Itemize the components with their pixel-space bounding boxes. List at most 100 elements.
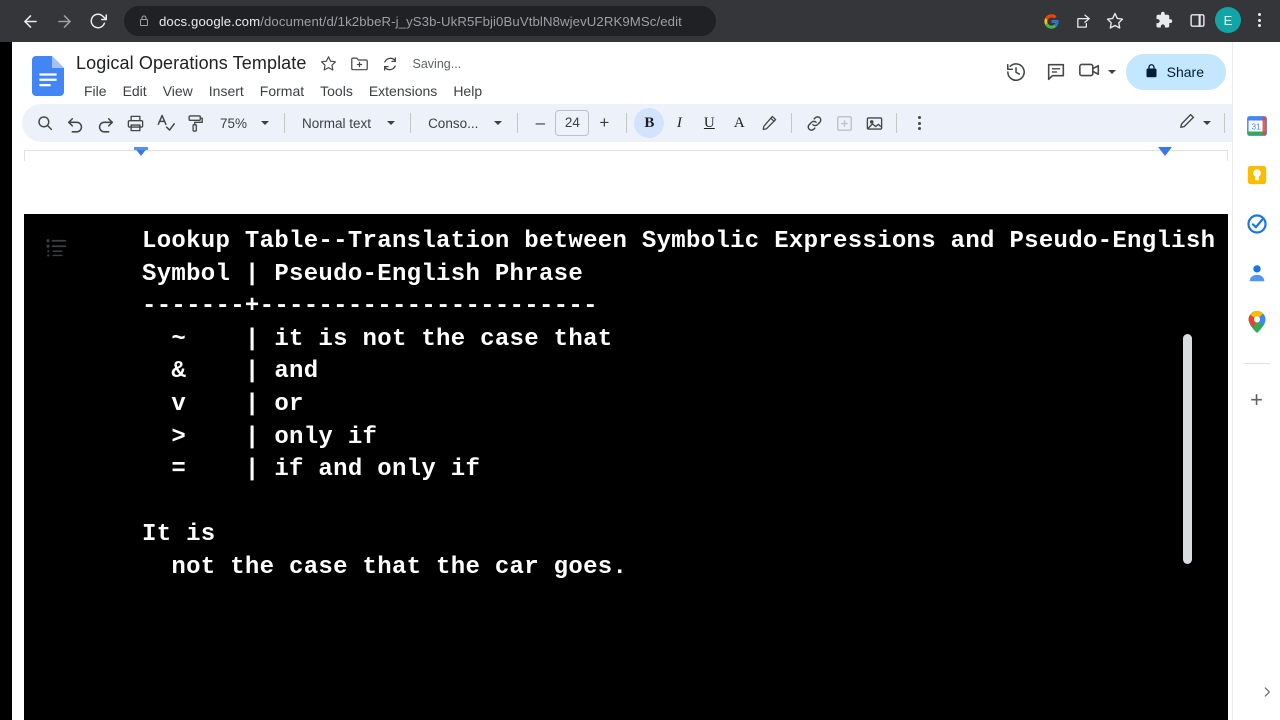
- document-page[interactable]: Lookup Table--Translation between Symbol…: [24, 214, 1228, 720]
- toolbar-divider: [410, 113, 412, 133]
- search-icon[interactable]: [30, 108, 60, 138]
- star-outline-icon[interactable]: [320, 55, 337, 72]
- share-button-label: Share: [1166, 64, 1204, 80]
- menu-view[interactable]: View: [155, 80, 201, 102]
- doc-line-7: = | if and only if: [142, 456, 481, 484]
- editing-mode-pencil-icon: [1178, 112, 1196, 135]
- lock-icon: [138, 14, 150, 28]
- document-status-icon[interactable]: [382, 56, 398, 72]
- paragraph-style-value: Normal text: [302, 115, 372, 131]
- paragraph-style-selector[interactable]: Normal text: [292, 109, 403, 137]
- highlight-pen-icon[interactable]: [754, 108, 784, 138]
- google-docs-icon[interactable]: [32, 56, 64, 96]
- print-icon[interactable]: [120, 108, 150, 138]
- spellcheck-icon[interactable]: [150, 108, 180, 138]
- more-options-icon[interactable]: [904, 108, 934, 138]
- docs-toolbar: 75% Normal text Conso... – 24 + B I U A: [22, 104, 1270, 142]
- zoom-selector[interactable]: 75%: [210, 109, 277, 137]
- google-tasks-icon[interactable]: [1245, 212, 1269, 236]
- url-path: /document/d/1k2bbeR-j_yS3b-UkR5Fbji0BuVt…: [260, 13, 682, 29]
- google-contacts-icon[interactable]: [1245, 261, 1269, 285]
- svg-text:31: 31: [1251, 123, 1261, 132]
- add-comment-icon[interactable]: [829, 108, 859, 138]
- redo-icon[interactable]: [90, 108, 120, 138]
- insert-image-icon[interactable]: [859, 108, 889, 138]
- editing-mode-button[interactable]: [1178, 112, 1211, 135]
- url-text: docs.google.com/document/d/1k2bbeR-j_yS3…: [159, 14, 682, 29]
- right-indent-marker[interactable]: [1158, 147, 1172, 156]
- doc-line-5: v | or: [142, 390, 304, 418]
- doc-line-4: & | and: [142, 358, 319, 386]
- toolbar-divider: [896, 113, 898, 133]
- google-side-panel: 31 +: [1232, 42, 1280, 720]
- toolbar-divider: [517, 113, 519, 133]
- menu-extensions[interactable]: Extensions: [361, 80, 445, 102]
- browser-actions: E: [1149, 5, 1274, 35]
- document-scrollbar[interactable]: [1183, 334, 1192, 564]
- header-actions: Share E: [998, 54, 1270, 90]
- doc-line-2: -------+-----------------------: [142, 293, 598, 321]
- puzzle-icon[interactable]: [1149, 5, 1179, 35]
- document-outline-icon[interactable]: [46, 238, 70, 263]
- address-bar[interactable]: docs.google.com/document/d/1k2bbeR-j_yS3…: [124, 6, 716, 36]
- toolbar-divider: [626, 113, 628, 133]
- undo-icon[interactable]: [60, 108, 90, 138]
- document-text[interactable]: Lookup Table--Translation between Symbol…: [142, 226, 1215, 585]
- expand-chevron-icon[interactable]: [1260, 685, 1274, 704]
- meet-button[interactable]: [1078, 60, 1116, 85]
- doc-line-9: It is: [142, 521, 216, 549]
- move-to-folder-icon[interactable]: [350, 55, 369, 72]
- google-g-icon[interactable]: [1036, 6, 1066, 36]
- chevron-down-icon: [387, 121, 396, 125]
- decrease-font-size-button[interactable]: –: [525, 108, 555, 138]
- chevron-down-icon: [1107, 70, 1116, 74]
- doc-line-0: Lookup Table--Translation between Symbol…: [142, 228, 1216, 255]
- menu-file[interactable]: File: [76, 80, 115, 102]
- paint-format-icon[interactable]: [180, 108, 210, 138]
- url-domain: docs.google.com: [159, 13, 261, 29]
- add-addon-button[interactable]: +: [1250, 389, 1263, 411]
- three-dot-menu-icon[interactable]: [1244, 5, 1274, 35]
- italic-button[interactable]: I: [664, 108, 694, 138]
- back-button[interactable]: [14, 5, 46, 37]
- menu-edit[interactable]: Edit: [115, 80, 155, 102]
- google-keep-icon[interactable]: [1245, 163, 1269, 187]
- google-docs-page: Logical Operations Template Saving... Fi…: [12, 42, 1280, 720]
- forward-button[interactable]: [48, 5, 80, 37]
- left-indent-marker[interactable]: [134, 147, 148, 156]
- insert-link-icon[interactable]: [799, 108, 829, 138]
- share-button[interactable]: Share: [1125, 54, 1226, 90]
- chevron-down-icon: [1203, 121, 1211, 125]
- side-panel-icon[interactable]: [1182, 5, 1212, 35]
- menu-help[interactable]: Help: [445, 80, 490, 102]
- doc-line-10: not the case that the car goes.: [142, 553, 628, 581]
- doc-line-6: > | only if: [142, 423, 378, 451]
- browser-toolbar: docs.google.com/document/d/1k2bbeR-j_yS3…: [0, 0, 1280, 42]
- google-maps-icon[interactable]: [1245, 310, 1269, 334]
- menu-insert[interactable]: Insert: [201, 80, 252, 102]
- save-status: Saving...: [412, 56, 462, 71]
- star-icon[interactable]: [1100, 6, 1130, 36]
- toolbar-divider: [1224, 113, 1225, 133]
- font-family-selector[interactable]: Conso...: [418, 109, 510, 137]
- page-title[interactable]: Logical Operations Template: [76, 53, 307, 74]
- reload-button[interactable]: [82, 5, 114, 37]
- version-history-icon[interactable]: [998, 54, 1034, 90]
- menu-format[interactable]: Format: [252, 80, 312, 102]
- menu-tools[interactable]: Tools: [312, 80, 361, 102]
- toolbar-divider: [284, 113, 286, 133]
- document-ruler[interactable]: [12, 146, 1280, 164]
- font-family-value: Conso...: [428, 115, 479, 131]
- doc-line-1: Symbol | Pseudo-English Phrase: [142, 260, 584, 288]
- google-calendar-icon[interactable]: 31: [1245, 114, 1269, 138]
- browser-window: docs.google.com/document/d/1k2bbeR-j_yS3…: [0, 0, 1280, 720]
- text-color-button[interactable]: A: [724, 108, 754, 138]
- increase-font-size-button[interactable]: +: [589, 108, 619, 138]
- document-canvas: Lookup Table--Translation between Symbol…: [12, 214, 1280, 720]
- underline-button[interactable]: U: [694, 108, 724, 138]
- profile-avatar[interactable]: E: [1215, 7, 1241, 33]
- bold-button[interactable]: B: [634, 108, 665, 138]
- comment-icon[interactable]: [1038, 54, 1074, 90]
- share-icon[interactable]: [1068, 6, 1098, 36]
- font-size-input[interactable]: 24: [555, 110, 590, 136]
